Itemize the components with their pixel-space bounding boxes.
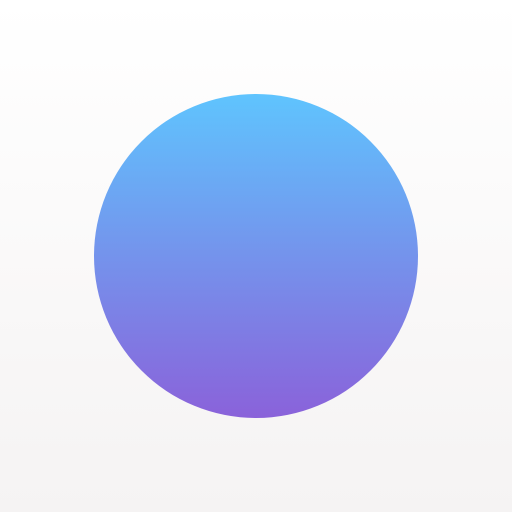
gradient-circle-icon [94, 94, 418, 418]
icon-canvas [0, 0, 512, 512]
